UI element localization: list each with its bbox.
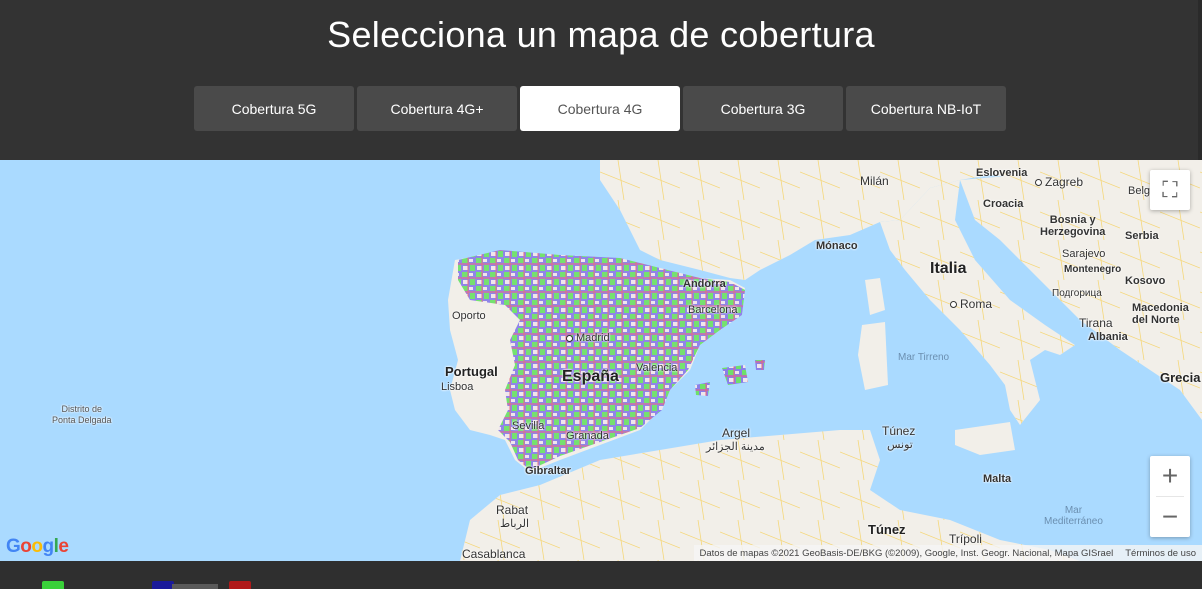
legend-swatch-blue xyxy=(152,581,174,589)
attribution-text: Datos de mapas ©2021 GeoBasis-DE/BKG (©2… xyxy=(699,547,1114,559)
label-argel-ar: مدينة الجزائر xyxy=(706,441,765,453)
label-italia: Italia xyxy=(930,260,967,277)
label-mar-tirreno: Mar Tirreno xyxy=(898,352,950,363)
map-canvas xyxy=(448,160,1202,561)
label-argel: Argel xyxy=(722,426,751,440)
footer xyxy=(0,561,1202,589)
zoom-out-button[interactable]: − xyxy=(1150,497,1190,537)
label-kosovo: Kosovo xyxy=(1125,275,1166,287)
label-madrid: Madrid xyxy=(566,332,610,344)
label-malta: Malta xyxy=(983,473,1012,485)
label-macedonia: Macedonia del Norte xyxy=(1132,302,1189,326)
tab-coverage-4g-plus[interactable]: Cobertura 4G+ xyxy=(357,86,517,131)
label-tunez: Túnez xyxy=(882,424,916,438)
label-bosnia: Bosnia y Herzegovina xyxy=(1040,214,1106,238)
scrollbar[interactable] xyxy=(1198,0,1202,160)
tab-coverage-5g[interactable]: Cobertura 5G xyxy=(194,86,354,131)
label-tripoli: Trípoli xyxy=(949,532,982,546)
legend-swatch-red xyxy=(229,581,251,589)
label-monaco: Mónaco xyxy=(816,240,858,252)
label-oporto: Oporto xyxy=(452,310,486,322)
label-montenegro: Montenegro xyxy=(1064,264,1122,275)
coverage-tabs: Cobertura 5G Cobertura 4G+ Cobertura 4G … xyxy=(194,86,1006,131)
label-sevilla: Sevilla xyxy=(512,420,545,432)
coverage-map[interactable]: España Portugal Italia Madrid Lisboa Opo… xyxy=(0,160,1202,561)
label-eslovenia: Eslovenia xyxy=(976,167,1028,179)
zoom-in-button[interactable]: + xyxy=(1150,456,1190,496)
google-logo[interactable]: Google xyxy=(6,536,69,558)
terms-link[interactable]: Términos de uso xyxy=(1119,548,1202,559)
label-albania: Albania xyxy=(1088,331,1128,343)
label-tunez-ar: تونس xyxy=(887,439,913,451)
page-title: Selecciona un mapa de cobertura xyxy=(327,14,875,55)
label-portugal: Portugal xyxy=(445,364,498,379)
label-zagreb: Zagreb xyxy=(1035,175,1083,189)
tab-coverage-3g[interactable]: Cobertura 3G xyxy=(683,86,843,131)
map-attribution: Datos de mapas ©2021 GeoBasis-DE/BKG (©2… xyxy=(693,545,1202,561)
header: Selecciona un mapa de cobertura Cobertur… xyxy=(0,0,1202,160)
tab-coverage-4g[interactable]: Cobertura 4G xyxy=(520,86,680,131)
label-ponta-delgada: Distrito de Ponta Delgada xyxy=(52,404,112,425)
label-milan: Milán xyxy=(860,174,889,188)
label-casablanca: Casablanca xyxy=(462,547,526,561)
label-lisboa: Lisboa xyxy=(441,381,474,393)
label-barcelona: Barcelona xyxy=(688,304,738,316)
legend-swatch-green xyxy=(42,581,64,589)
fullscreen-icon: ⛶ xyxy=(1162,177,1178,202)
label-sarajevo: Sarajevo xyxy=(1062,248,1106,260)
footer-bar xyxy=(172,584,218,589)
label-mar-mediterraneo: Mar Mediterráneo xyxy=(1044,505,1103,527)
tab-coverage-nb-iot[interactable]: Cobertura NB-IoT xyxy=(846,86,1006,131)
label-espana: España xyxy=(562,368,619,385)
label-gibraltar: Gibraltar xyxy=(525,465,571,477)
label-croacia: Croacia xyxy=(983,198,1024,210)
label-andorra: Andorra xyxy=(683,278,726,290)
label-tirana: Tirana xyxy=(1079,316,1113,330)
fullscreen-button[interactable]: ⛶ xyxy=(1150,170,1190,210)
label-rabat: Rabat xyxy=(496,503,529,517)
label-grecia: Grecia xyxy=(1160,370,1201,385)
label-serbia: Serbia xyxy=(1125,230,1159,242)
zoom-control: + − xyxy=(1150,456,1190,537)
label-rabat-ar: الرباط xyxy=(500,518,530,530)
label-podgorica: Подгорица xyxy=(1052,288,1102,299)
label-valencia: Valencia xyxy=(636,362,678,374)
label-tunez-country: Túnez xyxy=(868,522,906,537)
label-roma: Roma xyxy=(950,297,992,311)
label-granada: Granada xyxy=(566,430,609,442)
